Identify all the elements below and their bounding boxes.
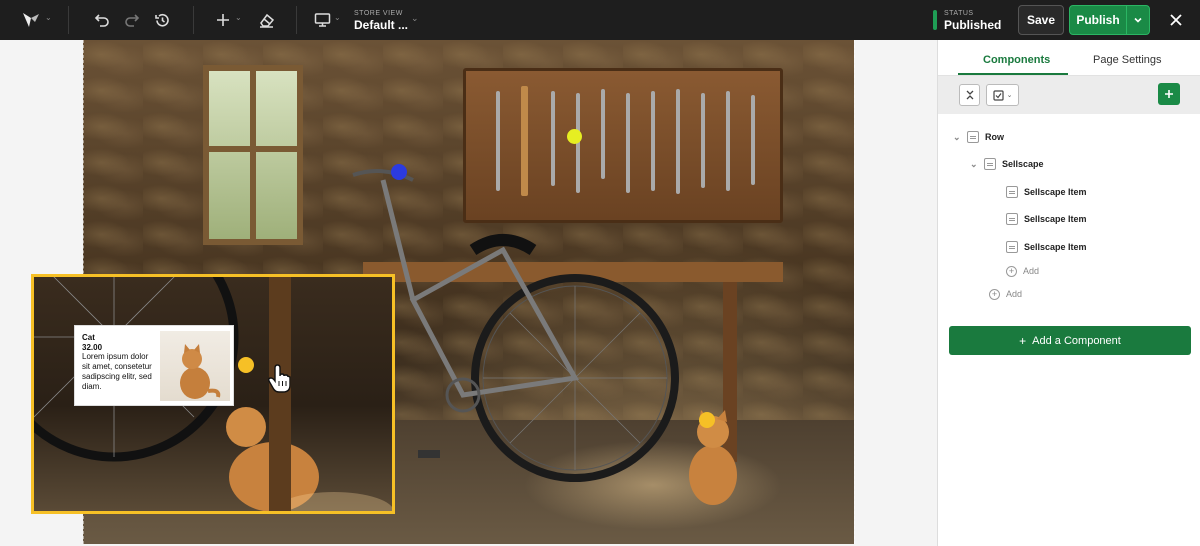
tree-node-label: Sellscape [1002,159,1044,169]
tab-page-settings[interactable]: Page Settings [1093,54,1162,66]
chevron-down-icon [1134,17,1142,23]
bench-post [269,277,291,511]
hotspot-marker[interactable] [238,357,254,373]
plus-icon: + [1019,333,1027,348]
chevron-down-icon[interactable]: ⌄ [411,13,419,24]
sellscape-icon [984,158,996,170]
add-item-link[interactable]: + Add [1006,263,1039,279]
hotspot-preview: Cat 32.00 Lorem ipsum dolor sit amet, co… [31,274,395,514]
tree-node-label: Sellscape Item [1024,242,1087,252]
close-icon[interactable] [1166,10,1186,30]
top-toolbar: ⌄ ⌄ ⌄ STORE VIEW Default ... ⌄ STATUS Pu… [0,0,1200,40]
publish-button[interactable]: Publish [1069,5,1127,35]
add-a-component-button[interactable]: + Add a Component [949,326,1191,355]
tree-node-sellscape-item[interactable]: Sellscape Item [1006,238,1087,256]
chevron-down-icon[interactable]: ⌄ [334,13,341,22]
divider [68,6,69,34]
sellscape-item-icon [1006,186,1018,198]
publish-options-button[interactable] [1126,5,1150,35]
add-label: Add [1006,289,1023,299]
button-label: Add a Component [1032,334,1121,347]
tree-node-label: Row [985,132,1004,142]
product-price: 32.00 [82,343,103,352]
sellscape-item-icon [1006,241,1018,253]
tree-node-row[interactable]: ⌄ Row [953,128,1004,146]
tree-node-label: Sellscape Item [1024,214,1087,224]
store-view-select[interactable]: Default ... [354,18,408,32]
tab-components[interactable]: Components [983,54,1050,66]
redo-icon[interactable] [122,8,142,32]
divider [193,6,194,34]
product-card[interactable]: Cat 32.00 Lorem ipsum dolor sit amet, co… [74,325,234,406]
divider [296,6,297,34]
hotspot-marker[interactable] [567,129,582,144]
status-indicator [933,10,937,30]
chevron-down-icon[interactable]: ⌄ [45,13,52,22]
store-view-label: STORE VIEW [354,10,403,17]
row-icon [967,131,979,143]
tree-node-sellscape-item[interactable]: Sellscape Item [1006,183,1087,201]
tree-node-label: Sellscape Item [1024,187,1087,197]
hand-cursor-icon [268,364,291,393]
collapse-icon [966,90,973,100]
checkbox-icon [992,89,1004,101]
chevron-down-icon[interactable]: ⌄ [953,132,967,143]
product-name: Cat [82,333,95,342]
chevron-down-icon[interactable]: ⌄ [235,13,242,22]
collapse-all-button[interactable] [959,84,980,106]
save-button[interactable]: Save [1018,5,1064,35]
select-toggle-button[interactable]: ⌄ [986,84,1019,106]
tree-node-sellscape-item[interactable]: Sellscape Item [1006,210,1087,228]
sellscape-item-icon [1006,213,1018,225]
desktop-icon[interactable] [312,8,332,32]
add-icon[interactable] [214,8,232,32]
status-value: Published [944,18,1002,32]
guide-line [854,40,855,544]
undo-icon[interactable] [92,8,112,32]
tree-toolbar: ⌄ [938,76,1200,114]
status-label: STATUS [944,10,974,17]
product-description: Lorem ipsum dolor sit amet, consetetur s… [82,352,152,391]
tree-node-sellscape[interactable]: ⌄ Sellscape [970,155,1044,173]
editor-canvas: Cat 32.00 Lorem ipsum dolor sit amet, co… [0,40,937,546]
add-label: Add [1023,266,1040,276]
add-item-link[interactable]: + Add [989,286,1022,302]
history-icon[interactable] [152,8,172,32]
chevron-down-icon[interactable]: ⌄ [970,159,984,170]
chevron-down-icon: ⌄ [1006,92,1013,99]
eraser-icon[interactable] [256,8,276,32]
logo-icon[interactable] [18,8,44,32]
add-component-icon[interactable] [1158,83,1180,105]
plus-circle-icon: + [989,288,1000,300]
hotspot-marker[interactable] [391,164,407,180]
plus-circle-icon: + [1006,265,1017,277]
panel-tabs: Components Page Settings [938,40,1200,76]
product-image [160,331,230,401]
side-panel: Components Page Settings ⌄ ⌄ Row ⌄ Sells… [937,40,1200,546]
hotspot-marker[interactable] [699,412,715,428]
